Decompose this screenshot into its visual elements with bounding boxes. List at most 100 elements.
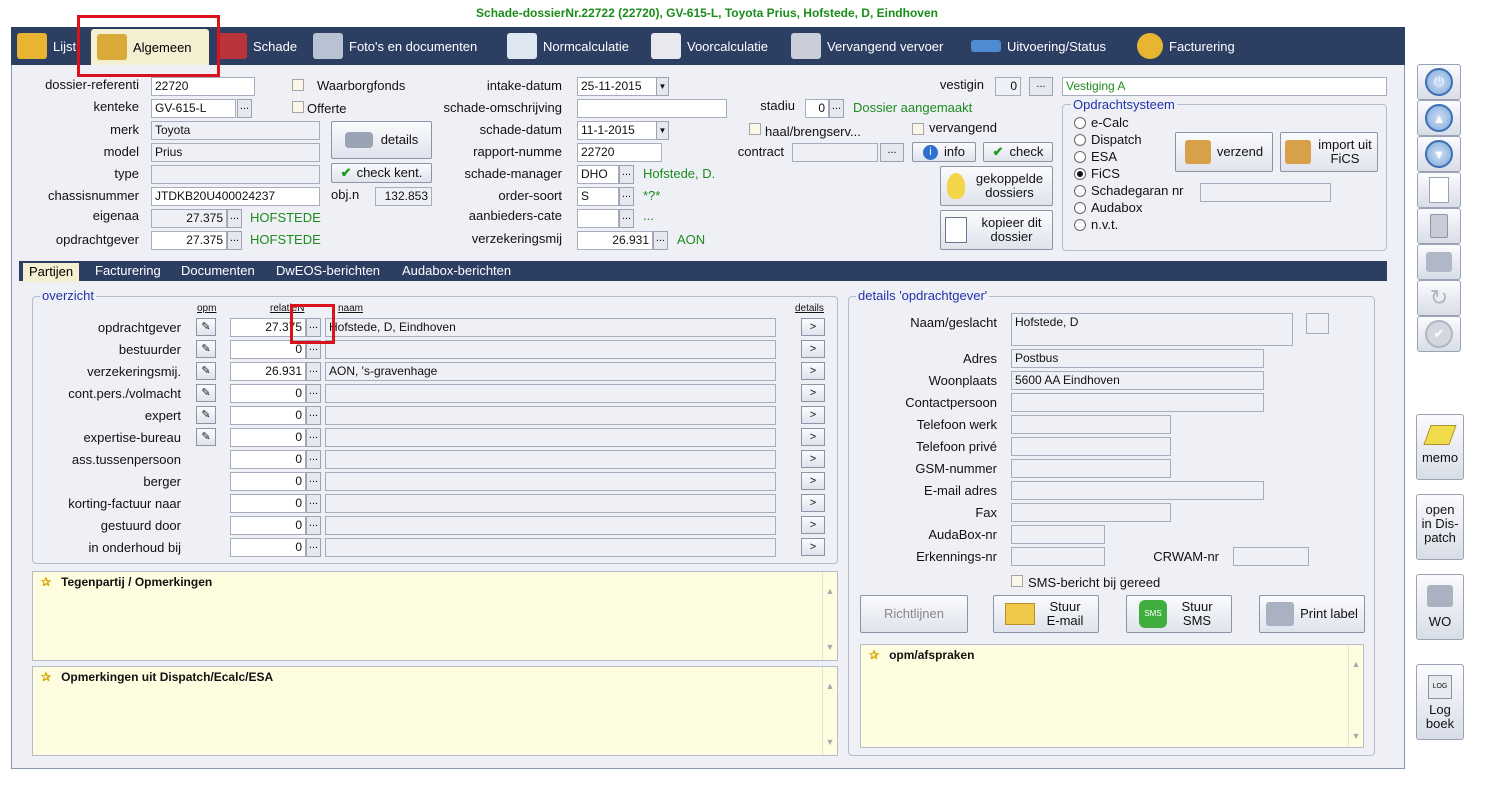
stadium-lookup-button[interactable]: ... [829, 99, 844, 118]
check-button[interactable]: ✔ check [983, 142, 1053, 162]
scroll-up-button[interactable]: ▲ [1417, 100, 1461, 136]
dispatch-notes[interactable]: ✰ Opmerkingen uit Dispatch/Ecalc/ESA ▲ ▼ [32, 666, 838, 756]
eigenaar-lookup-button[interactable]: ... [227, 209, 242, 228]
offerte-checkbox[interactable] [292, 101, 304, 113]
party-lookup-button[interactable]: ... [306, 362, 321, 381]
tab-lijst[interactable]: Lijst [17, 27, 76, 65]
party-details-button[interactable]: > [801, 428, 825, 446]
open-dispatch-button[interactable]: open in Dis- patch [1416, 494, 1464, 560]
party-lookup-button[interactable]: ... [306, 406, 321, 425]
scroll-down-button[interactable]: ▼ [1417, 136, 1461, 172]
naam-field[interactable]: Hofstede, D [1011, 313, 1293, 346]
afspraken-notes[interactable]: ✰ opm/afspraken ▲ ▼ [860, 644, 1364, 748]
omschrijving-field[interactable] [577, 99, 727, 118]
ordersoort-lookup-button[interactable]: ... [619, 187, 634, 206]
party-relatie-field[interactable]: 0 [230, 450, 306, 469]
party-name-field[interactable]: AON, 's-gravenhage [325, 362, 776, 381]
chassis-field[interactable]: JTDKB20U400024237 [151, 187, 320, 206]
party-relatie-field[interactable]: 0 [230, 472, 306, 491]
party-name-field[interactable] [325, 428, 776, 447]
tab-fotos[interactable]: Foto's en documenten [313, 27, 477, 65]
party-lookup-button[interactable]: ... [306, 384, 321, 403]
party-name-field[interactable] [325, 450, 776, 469]
audabox-field[interactable] [1011, 525, 1105, 544]
party-relatie-field[interactable]: 26.931 [230, 362, 306, 381]
pin-button[interactable]: ✎ [196, 340, 216, 358]
party-name-field[interactable] [325, 472, 776, 491]
party-details-button[interactable]: > [801, 406, 825, 424]
tab-uitvoering-status[interactable]: Uitvoering/Status [971, 27, 1106, 65]
tab-normcalculatie[interactable]: Normcalculatie [507, 27, 629, 65]
memo-button[interactable]: memo [1416, 414, 1464, 480]
party-details-button[interactable]: > [801, 494, 825, 512]
party-name-field[interactable] [325, 340, 776, 359]
party-details-button[interactable]: > [801, 362, 825, 380]
verzekering-field[interactable]: 26.931 [577, 231, 653, 250]
crwam-field[interactable] [1233, 547, 1309, 566]
woonplaats-field[interactable]: 5600 AA Eindhoven [1011, 371, 1264, 390]
subtab-audabox[interactable]: Audabox-berichten [402, 261, 511, 281]
party-name-field[interactable] [325, 494, 776, 513]
party-details-button[interactable]: > [801, 472, 825, 490]
delete-button[interactable] [1417, 208, 1461, 244]
power-button[interactable]: ⏻ [1417, 64, 1461, 100]
aanbieder-lookup-button[interactable]: ... [619, 209, 634, 228]
party-lookup-button[interactable]: ... [306, 428, 321, 447]
party-name-field[interactable] [325, 384, 776, 403]
fax-field[interactable] [1011, 503, 1171, 522]
dispatch-scrollbar[interactable]: ▲ ▼ [822, 667, 837, 755]
stuur-email-button[interactable]: Stuur E-mail [993, 595, 1099, 633]
type-field[interactable] [151, 165, 320, 184]
new-document-button[interactable] [1417, 172, 1461, 208]
party-relatie-field[interactable]: 0 [230, 538, 306, 557]
party-name-field[interactable] [325, 516, 776, 535]
party-name-field[interactable] [325, 406, 776, 425]
radio-option[interactable] [1074, 219, 1086, 231]
refresh-button[interactable]: ↻ [1417, 280, 1461, 316]
party-name-field[interactable]: Hofstede, D, Eindhoven [325, 318, 776, 337]
tab-facturering[interactable]: Facturering [1137, 27, 1235, 65]
print-label-button[interactable]: Print label [1259, 595, 1365, 633]
manager-field[interactable]: DHO [577, 165, 619, 184]
import-fics-button[interactable]: import uit FiCS [1280, 132, 1378, 172]
pin-button[interactable]: ✎ [196, 362, 216, 380]
party-lookup-button[interactable]: ... [306, 494, 321, 513]
eigenaar-field[interactable]: 27.375 [151, 209, 227, 228]
wo-button[interactable]: WO [1416, 574, 1464, 640]
richtlijnen-button[interactable]: Richtlijnen [860, 595, 968, 633]
stuur-sms-button[interactable]: SMS Stuur SMS [1126, 595, 1232, 633]
tegenpartij-notes[interactable]: ✰ Tegenpartij / Opmerkingen ▲ ▼ [32, 571, 838, 661]
verzekering-lookup-button[interactable]: ... [653, 231, 668, 250]
party-details-button[interactable]: > [801, 318, 825, 336]
dossier-field[interactable]: 22720 [151, 77, 255, 96]
tab-vervangend-vervoer[interactable]: Vervangend vervoer [791, 27, 943, 65]
schadegarant-field[interactable] [1200, 183, 1331, 202]
contract-field[interactable] [792, 143, 878, 162]
pin-button[interactable]: ✎ [196, 406, 216, 424]
vervangend-checkbox[interactable] [912, 123, 924, 135]
vestiging-lookup-button[interactable]: ... [1029, 77, 1053, 96]
merk-field[interactable]: Toyota [151, 121, 320, 140]
party-details-button[interactable]: > [801, 384, 825, 402]
ordersoort-field[interactable]: S [577, 187, 619, 206]
telwerk-field[interactable] [1011, 415, 1171, 434]
radio-option[interactable] [1074, 168, 1086, 180]
rapport-field[interactable]: 22720 [577, 143, 662, 162]
opdrachtgever-field[interactable]: 27.375 [151, 231, 227, 250]
radio-option[interactable] [1074, 151, 1086, 163]
subtab-dweos[interactable]: DwEOS-berichten [276, 261, 380, 281]
email-field[interactable] [1011, 481, 1264, 500]
adres-field[interactable]: Postbus [1011, 349, 1264, 368]
subtab-documenten[interactable]: Documenten [181, 261, 255, 281]
subtab-partijen[interactable]: Partijen [23, 263, 80, 282]
party-details-button[interactable]: > [801, 516, 825, 534]
schadedatum-field[interactable]: 11-1-2015 [577, 121, 657, 140]
kenteken-lookup-button[interactable]: ... [237, 99, 252, 118]
tegenpartij-scrollbar[interactable]: ▲ ▼ [822, 572, 837, 660]
log-boek-button[interactable]: LOG Log boek [1416, 664, 1464, 740]
radio-option[interactable] [1074, 117, 1086, 129]
intake-dropdown[interactable]: ▼ [656, 77, 669, 96]
manager-lookup-button[interactable]: ... [619, 165, 634, 184]
contract-lookup-button[interactable]: ... [880, 143, 904, 162]
radio-option[interactable] [1074, 185, 1086, 197]
